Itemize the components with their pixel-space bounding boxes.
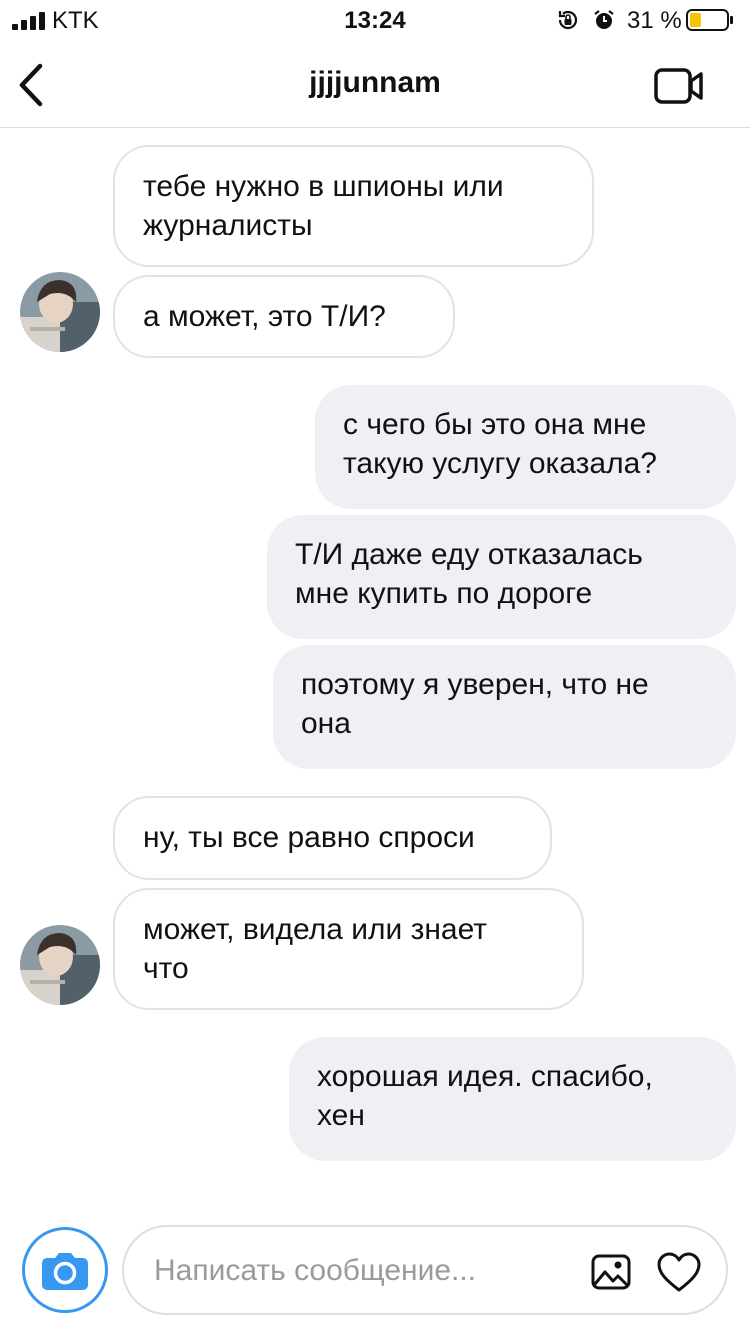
message-bubble-outgoing: поэтому я уверен, что не она	[273, 645, 736, 769]
chat-title[interactable]: jjjjunnam	[0, 66, 750, 100]
avatar[interactable]	[20, 925, 100, 1005]
message-bubble-incoming: ну, ты все равно спроси	[113, 796, 552, 880]
status-bar: KTK 13:24 31 %	[0, 0, 750, 40]
camera-icon	[33, 1238, 97, 1302]
chat-header: jjjjunnam	[0, 40, 750, 128]
message-bubble-outgoing: хорошая идея. спасибо, хен	[289, 1037, 736, 1161]
message-bubble-incoming: тебе нужно в шпионы или журналисты	[113, 145, 594, 267]
heart-icon[interactable]	[656, 1251, 702, 1293]
avatar[interactable]	[20, 272, 100, 352]
camera-button[interactable]	[22, 1227, 108, 1313]
image-gallery-icon[interactable]	[590, 1251, 632, 1293]
message-bubble-outgoing: с чего бы это она мне такую услугу оказа…	[315, 385, 736, 509]
message-bubble-incoming: может, видела или знает что	[113, 888, 584, 1010]
message-input[interactable]	[154, 1249, 574, 1293]
battery-icon	[686, 9, 733, 31]
alarm-clock-icon	[594, 10, 614, 29]
orientation-lock-icon	[558, 10, 578, 30]
message-bubble-outgoing: Т/И даже еду отказалась мне купить по до…	[267, 515, 736, 639]
message-bubble-incoming: а может, это Т/И?	[113, 275, 455, 358]
battery-percent: 31 %	[627, 7, 682, 34]
video-camera-icon[interactable]	[654, 66, 704, 106]
message-composer	[122, 1225, 728, 1315]
